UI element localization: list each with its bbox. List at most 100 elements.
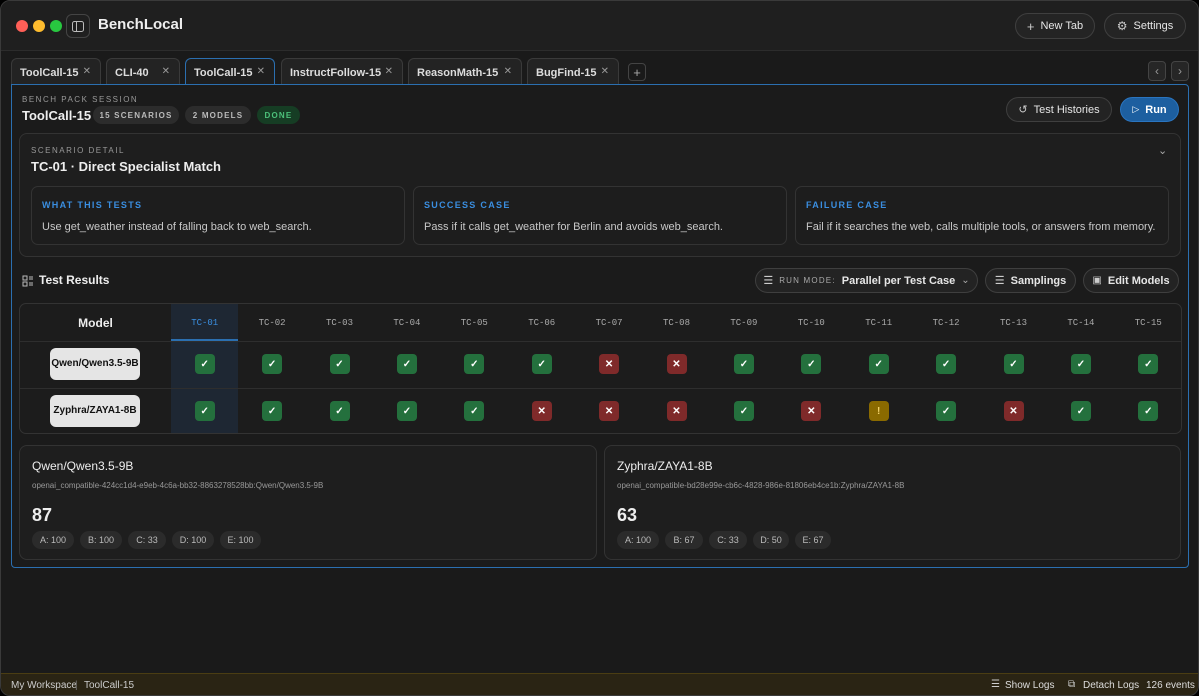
close-tab-icon[interactable]: ✕ [257, 66, 265, 77]
model-count-badge: 2 MODELS [185, 106, 251, 124]
run-button[interactable]: ▷ Run [1120, 97, 1179, 122]
column-header-tc-06[interactable]: TC-06 [508, 304, 575, 341]
result-pass-badge[interactable]: ✓ [733, 401, 754, 421]
column-header-tc-07[interactable]: TC-07 [575, 304, 642, 341]
event-count: 126 events [1146, 680, 1195, 691]
tab-bugfind[interactable]: BugFind-15 ✕ [527, 58, 619, 86]
result-pass-badge[interactable]: ✓ [396, 401, 417, 421]
new-tab-button[interactable]: + New Tab [1015, 13, 1095, 39]
column-header-tc-09[interactable]: TC-09 [710, 304, 777, 341]
run-mode-label: RUN MODE: [779, 276, 836, 285]
column-header-tc-05[interactable]: TC-05 [441, 304, 508, 341]
scroll-tabs-left-button[interactable]: ‹ [1148, 61, 1166, 81]
close-window-button[interactable] [16, 20, 28, 32]
result-pass-badge[interactable]: ✓ [329, 354, 350, 374]
column-header-tc-13[interactable]: TC-13 [980, 304, 1047, 341]
result-pass-badge[interactable]: ✓ [262, 401, 283, 421]
column-header-tc-15[interactable]: TC-15 [1115, 304, 1181, 341]
tab-instructfollow[interactable]: InstructFollow-15 ✕ [281, 58, 403, 86]
result-fail-badge[interactable]: ✕ [666, 354, 687, 374]
tab-toolcall-active[interactable]: ToolCall-15 ✕ [185, 58, 275, 87]
test-histories-label: Test Histories [1033, 103, 1100, 116]
column-header-tc-08[interactable]: TC-08 [643, 304, 710, 341]
scenario-count-badge: 15 SCENARIOS [93, 106, 179, 124]
result-pass-badge[interactable]: ✓ [1138, 401, 1159, 421]
result-pass-badge[interactable]: ✓ [464, 401, 485, 421]
chevron-down-icon: ⌄ [961, 275, 970, 286]
close-tab-icon[interactable]: ✕ [83, 66, 91, 77]
result-pass-badge[interactable]: ✓ [801, 354, 822, 374]
column-header-tc-03[interactable]: TC-03 [306, 304, 373, 341]
history-icon: ↺ [1018, 104, 1028, 116]
zoom-window-button[interactable] [50, 20, 62, 32]
result-fail-badge[interactable]: ✕ [1003, 401, 1024, 421]
close-tab-icon[interactable]: ✕ [601, 66, 609, 77]
gear-icon: ⚙ [1116, 19, 1128, 33]
add-tab-button[interactable]: + [628, 63, 646, 81]
tab-cli[interactable]: CLI-40 ✕ [106, 58, 180, 86]
logs-icon: ☰ [991, 679, 1000, 690]
test-histories-button[interactable]: ↺ Test Histories [1006, 97, 1112, 122]
result-pass-badge[interactable]: ✓ [194, 354, 215, 374]
detach-logs-button[interactable]: Detach Logs [1083, 680, 1139, 691]
result-pass-badge[interactable]: ✓ [1070, 401, 1091, 421]
result-warn-badge[interactable]: ! [868, 401, 889, 421]
tab-toolcall-1[interactable]: ToolCall-15 ✕ [11, 58, 101, 86]
settings-button[interactable]: ⚙ Settings [1104, 13, 1186, 39]
success-case-heading: SUCCESS CASE [424, 200, 511, 210]
column-header-tc-10[interactable]: TC-10 [778, 304, 845, 341]
tab-label: ReasonMath-15 [417, 66, 499, 79]
close-tab-icon[interactable]: ✕ [162, 66, 170, 77]
result-fail-badge[interactable]: ✕ [801, 401, 822, 421]
result-pass-badge[interactable]: ✓ [868, 354, 889, 374]
result-fail-badge[interactable]: ✕ [599, 354, 620, 374]
result-pass-badge[interactable]: ✓ [531, 354, 552, 374]
result-fail-badge[interactable]: ✕ [666, 401, 687, 421]
result-pass-badge[interactable]: ✓ [329, 401, 350, 421]
model-chip-qwen[interactable]: Qwen/Qwen3.5-9B [50, 348, 140, 380]
what-this-tests-heading: WHAT THIS TESTS [42, 200, 143, 210]
collapse-chevron-icon[interactable]: ⌄ [1158, 144, 1167, 157]
result-fail-badge[interactable]: ✕ [531, 401, 552, 421]
model-chip-zyphra[interactable]: Zyphra/ZAYA1-8B [50, 395, 140, 427]
summary-model-name: Zyphra/ZAYA1-8B [617, 459, 713, 473]
close-tab-icon[interactable]: ✕ [385, 66, 393, 77]
close-tab-icon[interactable]: ✕ [504, 66, 512, 77]
minimize-window-button[interactable] [33, 20, 45, 32]
scroll-tabs-right-button[interactable]: › [1171, 61, 1189, 81]
column-header-tc-02[interactable]: TC-02 [238, 304, 305, 341]
show-logs-button[interactable]: Show Logs [1005, 680, 1054, 691]
plus-icon: + [633, 64, 641, 80]
result-pass-badge[interactable]: ✓ [733, 354, 754, 374]
column-header-tc-14[interactable]: TC-14 [1047, 304, 1114, 341]
result-pass-badge[interactable]: ✓ [936, 354, 957, 374]
column-header-tc-12[interactable]: TC-12 [912, 304, 979, 341]
result-pass-badge[interactable]: ✓ [1070, 354, 1091, 374]
category-score-pill: B: 100 [80, 531, 122, 549]
result-pass-badge[interactable]: ✓ [194, 401, 215, 421]
breadcrumb-pack[interactable]: ToolCall-15 [84, 680, 134, 691]
column-header-tc-01[interactable]: TC-01 [171, 304, 238, 341]
success-case-card: SUCCESS CASE Pass if it calls get_weathe… [413, 186, 787, 245]
app-title: BenchLocal [98, 16, 184, 33]
tab-reasonmath[interactable]: ReasonMath-15 ✕ [408, 58, 522, 86]
breadcrumb-workspace[interactable]: My Workspace [11, 680, 77, 691]
what-this-tests-text: Use get_weather instead of falling back … [42, 221, 312, 233]
result-pass-badge[interactable]: ✓ [396, 354, 417, 374]
settings-label: Settings [1133, 20, 1174, 32]
result-pass-badge[interactable]: ✓ [1003, 354, 1024, 374]
result-pass-badge[interactable]: ✓ [262, 354, 283, 374]
result-fail-badge[interactable]: ✕ [599, 401, 620, 421]
result-pass-badge[interactable]: ✓ [464, 354, 485, 374]
box-icon: ▣ [1092, 275, 1102, 286]
column-header-tc-11[interactable]: TC-11 [845, 304, 912, 341]
column-header-tc-04[interactable]: TC-04 [373, 304, 440, 341]
edit-models-button[interactable]: ▣ Edit Models [1083, 268, 1179, 293]
status-badge: DONE [257, 106, 300, 124]
sliders-icon: ☰ [994, 275, 1005, 287]
run-mode-dropdown[interactable]: ☰ RUN MODE: Parallel per Test Case ⌄ [755, 268, 978, 293]
result-pass-badge[interactable]: ✓ [1138, 354, 1159, 374]
result-pass-badge[interactable]: ✓ [936, 401, 957, 421]
samplings-button[interactable]: ☰ Samplings [985, 268, 1076, 293]
sidebar-toggle-button[interactable] [66, 14, 90, 38]
